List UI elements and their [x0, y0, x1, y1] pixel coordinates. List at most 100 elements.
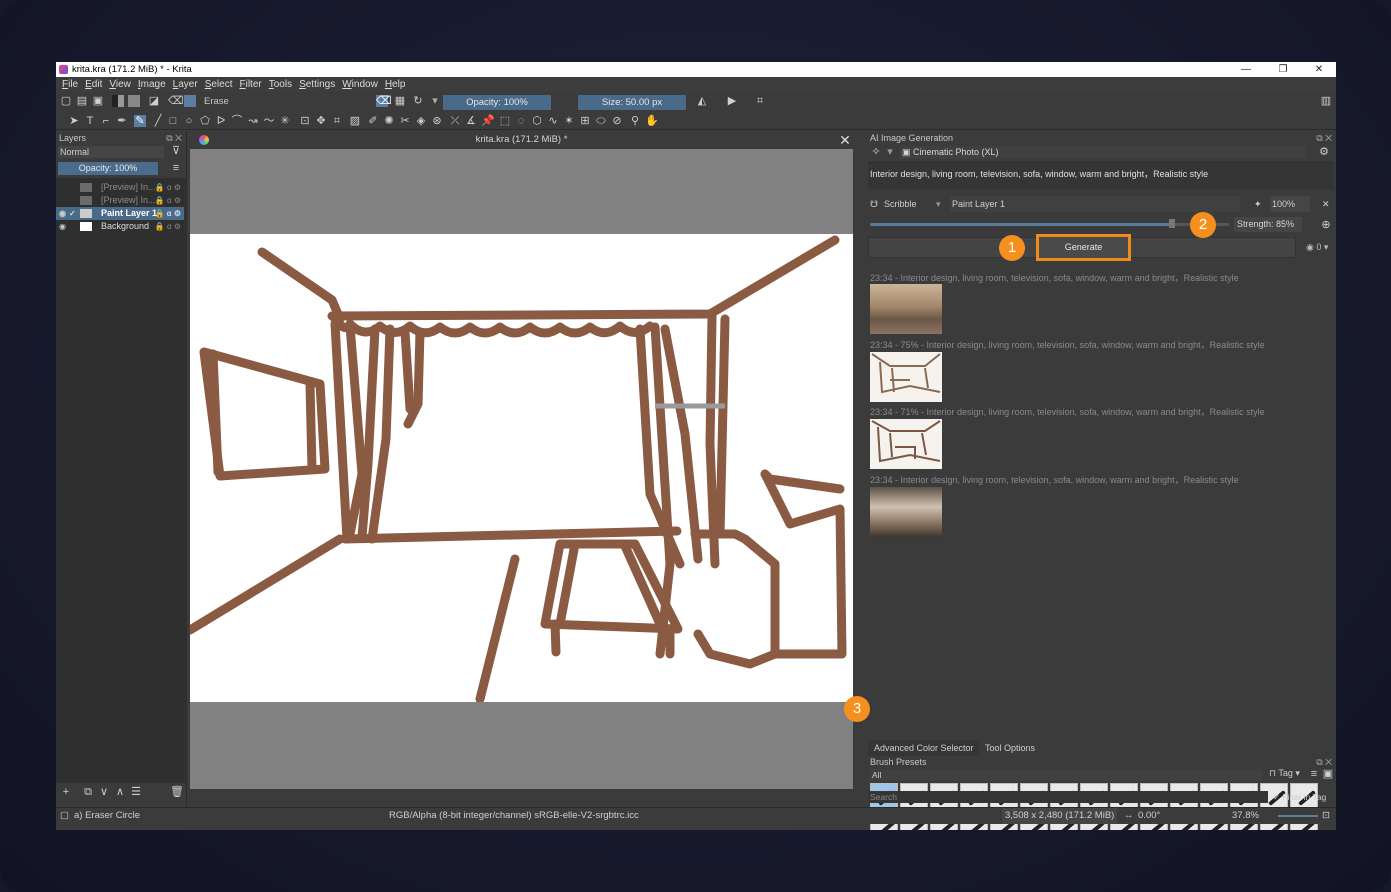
erase-mode-icon[interactable]: ⌫ — [168, 95, 184, 107]
tab-advanced-color-selector[interactable]: Advanced Color Selector — [868, 740, 980, 756]
document-tab[interactable]: krita.kra (171.2 MiB) * ✕ — [190, 131, 853, 149]
delete-layer-icon[interactable]: 🗑 — [170, 786, 184, 798]
select-shapes-icon[interactable]: ➤ — [68, 115, 80, 127]
save-preset-icon[interactable]: ▣ — [1322, 768, 1334, 780]
rectangle-tool-icon[interactable]: □ — [167, 115, 179, 127]
add-layer-icon[interactable]: + — [60, 786, 72, 798]
menu-filter[interactable]: Filter — [239, 79, 261, 90]
ellipse-select-icon[interactable]: ◌ — [515, 115, 527, 127]
smart-patch-icon[interactable]: ✺ — [383, 115, 395, 127]
bezier-tool-icon[interactable]: ⌒ — [231, 115, 243, 127]
status-zoom[interactable]: 37.8% — [1232, 808, 1259, 824]
text-tool-icon[interactable]: T — [84, 115, 96, 127]
menu-select[interactable]: Select — [205, 79, 233, 90]
gradient-tool-icon[interactable]: ▨ — [349, 115, 361, 127]
zoom-tool-icon[interactable]: ⚲ — [629, 115, 641, 127]
chevron-down-icon[interactable]: ▾ — [884, 146, 896, 158]
move-down-icon[interactable]: ∨ — [98, 786, 110, 798]
sparkle-icon[interactable]: ✦ — [1254, 196, 1262, 212]
polyline-tool-icon[interactable]: ᐅ — [215, 115, 227, 127]
brush-preset-thumb-icon[interactable] — [184, 95, 196, 107]
close-window-button[interactable]: ✕ — [1302, 62, 1336, 77]
history-thumbnail[interactable] — [870, 284, 942, 334]
canvas-viewport[interactable] — [185, 149, 853, 789]
menu-help[interactable]: Help — [385, 79, 406, 90]
brush-size-slider[interactable]: Size: 50.00 px — [578, 95, 686, 110]
fill-tool-icon[interactable]: ◈ — [415, 115, 427, 127]
line-tool-icon[interactable]: ╱ — [152, 115, 164, 127]
reference-tool-icon[interactable]: 📌 — [481, 115, 495, 127]
magnetic-select-icon[interactable]: ⊘ — [611, 115, 623, 127]
fg-bg-color-icon[interactable]: ◪ — [148, 95, 160, 107]
strength-slider-handle[interactable] — [1169, 219, 1175, 228]
add-control-icon[interactable]: ⊕ — [1320, 219, 1332, 231]
history-thumbnail[interactable] — [870, 419, 942, 469]
brush-preset-name[interactable]: Erase — [202, 95, 370, 109]
chevron-down-icon[interactable]: ▾ — [429, 95, 441, 107]
remove-control-icon[interactable]: ✕ — [1322, 196, 1330, 212]
edit-shapes-icon[interactable]: ⌐ — [100, 115, 112, 127]
control-strength-input[interactable]: 100% — [1270, 196, 1310, 212]
pan-tool-icon[interactable]: ✋ — [645, 115, 659, 127]
minimize-button[interactable]: — — [1229, 62, 1263, 77]
control-layer-select[interactable]: Paint Layer 1 — [950, 196, 1240, 212]
chevron-down-icon[interactable]: ▾ — [936, 196, 941, 212]
menu-tools[interactable]: Tools — [269, 79, 292, 90]
layer-lock-icon[interactable]: 🔒 α ⚙ — [155, 194, 181, 207]
ellipse-tool-icon[interactable]: ○ — [183, 115, 195, 127]
menu-edit[interactable]: Edit — [85, 79, 102, 90]
colorize-mask-icon[interactable]: ✂ — [399, 115, 411, 127]
strength-input[interactable]: Strength: 85% — [1234, 217, 1302, 232]
menu-view[interactable]: View — [109, 79, 131, 90]
tag-button[interactable]: ⊓ Tag ▾ — [1269, 768, 1300, 779]
strength-slider-fill[interactable] — [870, 223, 1174, 226]
menu-layer[interactable]: Layer — [173, 79, 198, 90]
dock-float-close-icon[interactable]: ⧉ ✕ — [166, 131, 182, 145]
multibrush-icon[interactable]: ✳ — [279, 115, 291, 127]
freehand-select-icon[interactable]: ∿ — [547, 115, 559, 127]
close-document-icon[interactable]: ✕ — [837, 131, 853, 149]
dock-float-close-icon[interactable]: ⧉ ✕ — [1316, 131, 1332, 145]
menu-image[interactable]: Image — [138, 79, 166, 90]
eraser-toggle-icon[interactable]: ⌫ — [376, 95, 392, 107]
layer-opacity-slider[interactable]: Opacity: 100% — [58, 162, 158, 175]
measure-tool-icon[interactable]: ∡ — [465, 115, 477, 127]
polygon-tool-icon[interactable]: ⬠ — [199, 115, 211, 127]
menu-file[interactable]: File — [62, 79, 78, 90]
vertical-scrollbar[interactable] — [854, 149, 862, 789]
layer-row[interactable]: [Preview] In... 🔒 α ⚙ — [56, 194, 184, 207]
restore-button[interactable]: ❐ — [1266, 62, 1300, 77]
filter-icon[interactable]: ⊽ — [170, 145, 182, 157]
layer-options-icon[interactable]: ≡ — [170, 162, 182, 174]
polygon-select-icon[interactable]: ⬡ — [531, 115, 543, 127]
layer-lock-icon[interactable]: 🔒 α ⚙ — [155, 181, 181, 194]
transform-tool-icon[interactable]: ⊡ — [299, 115, 311, 127]
visibility-eye-icon[interactable]: ◉ — [59, 207, 66, 220]
reload-preset-icon[interactable]: ↻ — [412, 95, 424, 107]
mirror-horizontal-icon[interactable]: ◭ — [696, 95, 708, 107]
checkmark-icon[interactable]: ✓ — [69, 207, 76, 220]
pattern-icon[interactable] — [128, 95, 140, 107]
mirror-vertical-icon[interactable]: ▶ — [726, 95, 738, 107]
status-rotation[interactable]: 0.00° — [1138, 808, 1160, 824]
magic-wand-icon[interactable]: ✧ — [870, 146, 882, 158]
settings-gear-icon[interactable]: ⚙ — [1318, 146, 1330, 158]
move-up-icon[interactable]: ∧ — [114, 786, 126, 798]
layer-row-selected[interactable]: ◉ ✓ Paint Layer 1 🔒 α ⚙ — [56, 207, 184, 220]
duplicate-layer-icon[interactable]: ⧉ — [82, 786, 94, 798]
rect-select-icon[interactable]: ⬚ — [499, 115, 511, 127]
color-picker-icon[interactable]: ✐ — [367, 115, 379, 127]
calligraphy-icon[interactable]: ✒ — [116, 115, 128, 127]
save-document-icon[interactable]: ▣ — [92, 95, 104, 107]
wrap-around-icon[interactable]: ⌗ — [754, 95, 766, 107]
menu-window[interactable]: Window — [342, 79, 378, 90]
filter-in-tag-checkbox[interactable]: ✓ Filter in Tag — [1273, 791, 1326, 803]
layer-lock-icon[interactable]: 🔒 α ⚙ — [155, 207, 182, 220]
brush-tag-filter-select[interactable]: All — [870, 769, 1262, 781]
list-view-icon[interactable]: ≡ — [1308, 768, 1320, 780]
fit-screen-icon[interactable]: ⊡ — [1322, 808, 1330, 824]
blend-mode-select[interactable]: Normal — [58, 146, 164, 158]
assistant-tool-icon[interactable]: ⤫ — [449, 115, 461, 127]
layer-lock-icon[interactable]: 🔒 α ⚙ — [155, 220, 181, 233]
gradient-icon[interactable] — [112, 95, 124, 107]
